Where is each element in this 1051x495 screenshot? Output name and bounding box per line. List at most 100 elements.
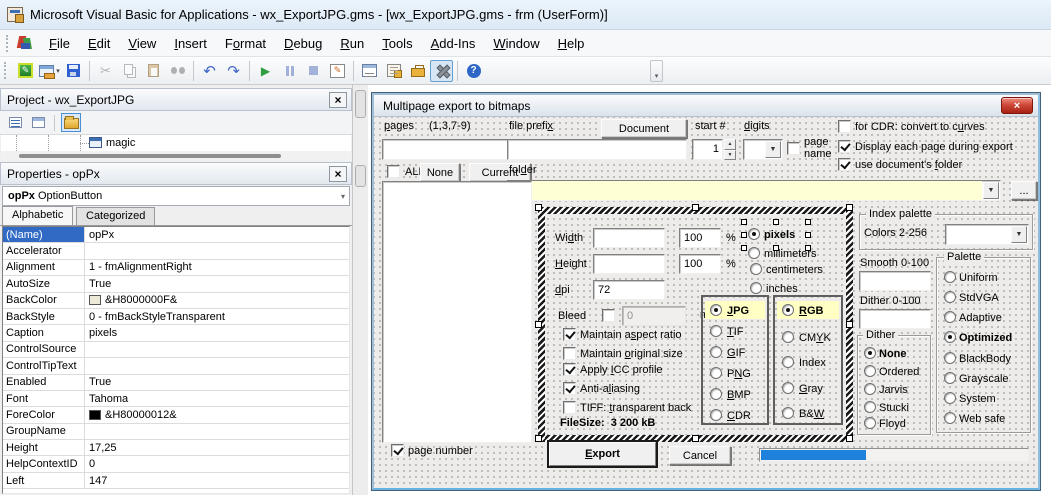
- unit-pixels-label[interactable]: pixels: [764, 229, 795, 241]
- property-label[interactable]: Accelerator: [3, 243, 85, 258]
- menu-run[interactable]: Run: [331, 32, 373, 55]
- insert-dropdown-icon[interactable]: ▾: [56, 67, 60, 75]
- copy-button[interactable]: [118, 60, 141, 82]
- dither-jarvis-radio[interactable]: [864, 383, 876, 395]
- bleed-checkbox[interactable]: [602, 309, 615, 322]
- folder-combo[interactable]: ▼: [507, 180, 1001, 201]
- design-mode-button[interactable]: ✎: [326, 60, 349, 82]
- properties-window-button[interactable]: [382, 60, 405, 82]
- palette-adaptive-label[interactable]: Adaptive: [959, 312, 1002, 324]
- menu-help[interactable]: Help: [549, 32, 594, 55]
- property-label[interactable]: BackColor: [3, 293, 85, 308]
- color-gray-radio[interactable]: [782, 382, 794, 394]
- export-button[interactable]: Export: [549, 442, 656, 466]
- digits-dropdown[interactable]: ▼: [743, 139, 783, 160]
- apply-icc-checkbox[interactable]: [563, 363, 576, 376]
- height-input[interactable]: [593, 254, 665, 274]
- dither-stucki-label[interactable]: Stucki: [879, 402, 909, 414]
- palette-grayscale-radio[interactable]: [944, 372, 956, 384]
- maintain-aspect-label[interactable]: Maintain aspect ratio: [580, 329, 682, 341]
- page-name-checkbox[interactable]: [787, 142, 800, 155]
- document-button[interactable]: Document: [601, 119, 687, 138]
- menu-edit[interactable]: Edit: [79, 32, 119, 55]
- dock-scrollbar-thumb[interactable]: [355, 165, 366, 187]
- color-bw-radio[interactable]: [782, 407, 794, 419]
- property-label[interactable]: (Name): [3, 227, 85, 242]
- property-value[interactable]: 0: [85, 458, 349, 470]
- selection-handle[interactable]: [805, 219, 811, 225]
- palette-optimized-radio[interactable]: [944, 331, 956, 343]
- property-value[interactable]: True: [85, 376, 349, 388]
- unit-centimeters-radio[interactable]: [750, 263, 762, 275]
- color-rgb-label[interactable]: RGB: [799, 305, 823, 317]
- menu-format[interactable]: Format: [216, 32, 275, 55]
- tree-item-magic[interactable]: magic: [106, 137, 135, 149]
- menu-tools[interactable]: Tools: [373, 32, 421, 55]
- property-label[interactable]: Enabled: [3, 375, 85, 390]
- color-cmyk-label[interactable]: CMYK: [799, 332, 831, 344]
- help-button[interactable]: ?: [462, 60, 485, 82]
- property-label[interactable]: BackStyle: [3, 309, 85, 324]
- property-value[interactable]: opPx: [85, 229, 349, 241]
- selection-handle[interactable]: [846, 321, 853, 328]
- none-button[interactable]: None: [420, 163, 460, 182]
- toolbar-grip[interactable]: [4, 62, 9, 79]
- property-value[interactable]: 1 - fmAlignmentRight: [85, 261, 349, 273]
- tab-alphabetic[interactable]: Alphabetic: [2, 206, 73, 225]
- break-button[interactable]: [278, 60, 301, 82]
- color-gray-label[interactable]: Gray: [799, 383, 823, 395]
- dither-none-label[interactable]: None: [879, 348, 907, 360]
- palette-stdvga-radio[interactable]: [944, 291, 956, 303]
- menu-view[interactable]: View: [119, 32, 165, 55]
- display-each-page-label[interactable]: Display each page during export: [855, 141, 1013, 153]
- property-label[interactable]: Alignment: [3, 260, 85, 275]
- use-document-folder-checkbox[interactable]: [838, 158, 851, 171]
- run-button[interactable]: ▶: [254, 60, 277, 82]
- unit-inches-label[interactable]: inches: [766, 283, 798, 295]
- maintain-original-label[interactable]: Maintain original size: [580, 348, 683, 360]
- unit-inches-radio[interactable]: [750, 282, 762, 294]
- palette-uniform-radio[interactable]: [944, 271, 956, 283]
- selection-handle[interactable]: [805, 232, 811, 238]
- property-label[interactable]: AutoSize: [3, 276, 85, 291]
- spin-up-icon[interactable]: ▲: [724, 139, 736, 150]
- object-selector-combo[interactable]: opPx OptionButton ▾: [2, 186, 350, 206]
- dither-stucki-radio[interactable]: [864, 401, 876, 413]
- selection-handle[interactable]: [535, 321, 542, 328]
- format-jpg-radio[interactable]: [710, 304, 722, 316]
- selection-handle[interactable]: [692, 204, 699, 211]
- selection-handle[interactable]: [773, 245, 779, 251]
- tiff-transparent-label[interactable]: TIFF: transparent back: [580, 402, 691, 414]
- pages-listbox[interactable]: [382, 181, 532, 443]
- selection-handle[interactable]: [741, 219, 747, 225]
- property-value[interactable]: True: [85, 278, 349, 290]
- selection-handle[interactable]: [846, 204, 853, 211]
- folder-value[interactable]: [508, 181, 982, 200]
- menu-window[interactable]: Window: [484, 32, 548, 55]
- property-value[interactable]: &H80000012&: [85, 409, 349, 421]
- menubar-grip[interactable]: [6, 35, 11, 52]
- project-hscrollbar-thumb[interactable]: [19, 154, 281, 158]
- chevron-down-icon[interactable]: ▾: [341, 192, 345, 201]
- property-label[interactable]: Height: [3, 440, 85, 455]
- browse-button[interactable]: ...: [1011, 181, 1037, 200]
- dither-jarvis-label[interactable]: Jarvis: [879, 384, 908, 396]
- format-gif-radio[interactable]: [710, 346, 722, 358]
- view-object-button[interactable]: [28, 113, 48, 132]
- dither-ordered-radio[interactable]: [864, 365, 876, 377]
- selection-handle[interactable]: [805, 245, 811, 251]
- cdr-curves-checkbox[interactable]: [838, 120, 851, 133]
- property-label[interactable]: Caption: [3, 325, 85, 340]
- property-label[interactable]: ControlTipText: [3, 358, 85, 373]
- dialog-close-button[interactable]: ×: [1001, 97, 1033, 114]
- use-document-folder-label[interactable]: use document's folder: [855, 159, 962, 171]
- palette-system-radio[interactable]: [944, 392, 956, 404]
- property-value[interactable]: 0 - fmBackStyleTransparent: [85, 311, 349, 323]
- palette-stdvga-label[interactable]: StdVGA: [959, 292, 999, 304]
- palette-websafe-label[interactable]: Web safe: [959, 413, 1005, 425]
- page-name-label[interactable]: page name: [804, 136, 832, 160]
- colors-dropdown-icon[interactable]: ▼: [1011, 226, 1027, 243]
- format-png-radio[interactable]: [710, 367, 722, 379]
- project-close-button[interactable]: ×: [329, 92, 347, 108]
- cdr-curves-label[interactable]: for CDR: convert to curves: [855, 121, 985, 133]
